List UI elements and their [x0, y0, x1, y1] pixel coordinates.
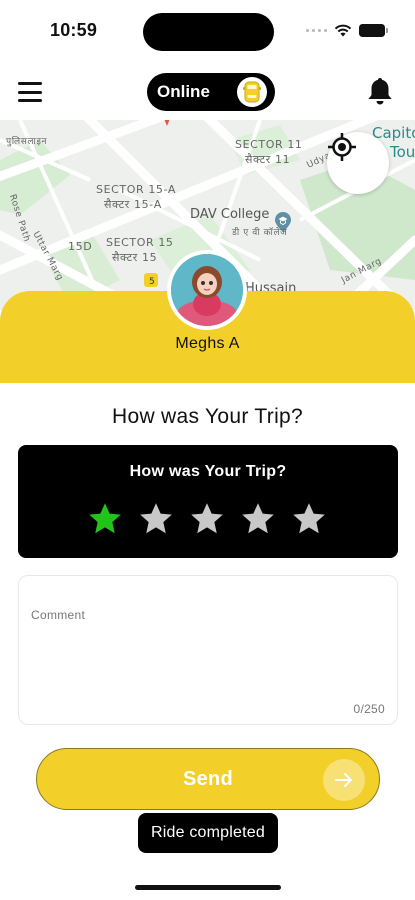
dynamic-island [143, 13, 274, 51]
comment-placeholder: Comment [31, 608, 86, 622]
bell-icon[interactable] [366, 76, 394, 106]
map-label-sector-15a-hi: सैक्टर 15-A [104, 198, 162, 211]
toast-message: Ride completed [138, 813, 278, 853]
status-icons [306, 24, 388, 37]
status-time: 10:59 [50, 20, 98, 40]
arrow-right-icon [323, 759, 365, 801]
map-label-road-5: 5 [149, 277, 156, 287]
map-label-sector-15a: SECTOR 15-A [96, 183, 176, 196]
map-label-dav-college: DAV College [190, 207, 270, 222]
map-label-15d: 15D [68, 240, 93, 253]
online-status-toggle[interactable]: Online [147, 73, 275, 111]
location-pin-icon [164, 120, 170, 126]
avatar [167, 250, 247, 330]
car-icon [243, 81, 261, 103]
star-icon[interactable] [87, 501, 123, 537]
star-icon[interactable] [138, 501, 174, 537]
menu-icon[interactable] [18, 82, 42, 102]
status-bar: 10:59 [0, 0, 415, 62]
map-label-sector-15-hi: सैक्टर 15 [112, 251, 158, 264]
toggle-knob [237, 77, 267, 107]
send-button-label: Send [182, 767, 234, 790]
comment-counter: 0/250 [353, 702, 385, 716]
rating-card: How was Your Trip? [18, 445, 398, 558]
avatar-image [171, 254, 243, 326]
map-label-tour: Tour [390, 143, 415, 161]
top-bar: Online [0, 62, 415, 120]
page-title: How was Your Trip? [112, 405, 303, 428]
online-status-label: Online [157, 82, 210, 101]
map-label-sector-15: SECTOR 15 [106, 236, 174, 249]
star-rating[interactable] [87, 501, 327, 537]
home-indicator [135, 885, 281, 890]
locate-button[interactable] [327, 132, 389, 194]
comment-input[interactable]: Comment 0/250 [18, 575, 398, 725]
star-icon[interactable] [291, 501, 327, 537]
map-label-place: पुलिसलाइन [6, 137, 48, 147]
map-label-dav-hi: डी ए वी कॉलेज [232, 228, 288, 238]
signal-icon [306, 29, 327, 32]
map-label-capitol: Capitol [372, 124, 415, 142]
send-button[interactable]: Send [36, 748, 380, 810]
star-icon[interactable] [240, 501, 276, 537]
battery-icon [359, 24, 388, 37]
wifi-icon [334, 24, 352, 37]
star-icon[interactable] [189, 501, 225, 537]
rating-title: How was Your Trip? [129, 463, 287, 480]
driver-name: Meghs A [175, 335, 240, 352]
map-label-sector-11-hi: सैक्टर 11 [245, 153, 291, 166]
map-label-sector-11: SECTOR 11 [235, 138, 303, 151]
locate-icon [328, 133, 356, 161]
